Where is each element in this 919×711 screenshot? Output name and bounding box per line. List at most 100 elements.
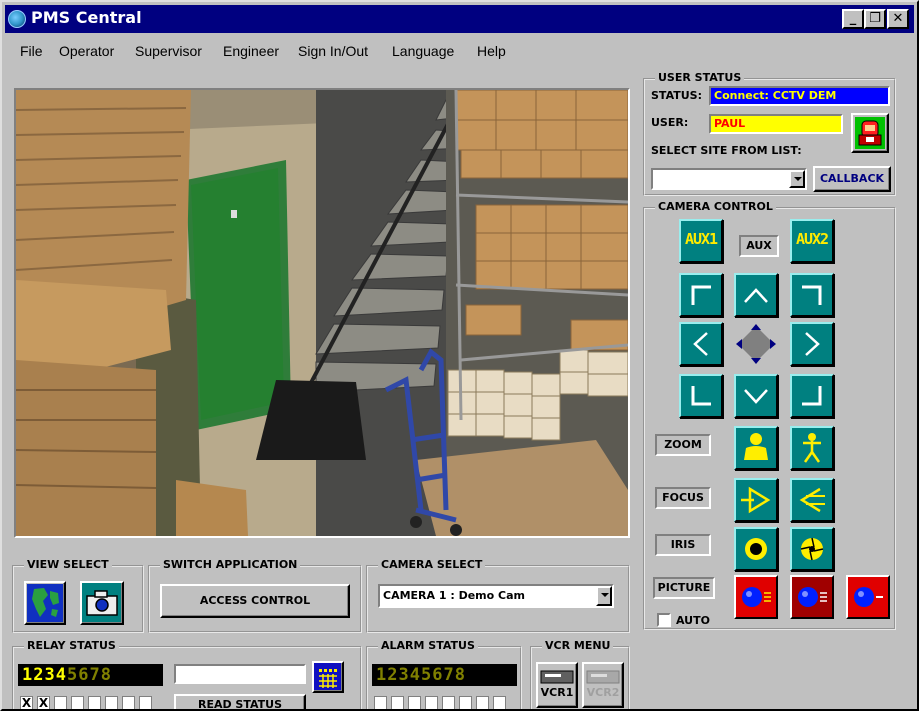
keypad-button[interactable] [312, 661, 344, 693]
sign-in-user-button[interactable] [851, 113, 889, 153]
picture-playback-icon [798, 587, 827, 607]
zoom-in-button[interactable] [790, 426, 834, 470]
focus-far-icon [799, 487, 825, 513]
minimize-button[interactable]: _ [842, 9, 864, 29]
camera-select-dropdown[interactable]: CAMERA 1 : Demo Cam [378, 584, 614, 608]
alarm-status-group: ALARM STATUS 12345678 [366, 639, 522, 709]
iris-open-icon [800, 537, 824, 561]
relay-checkbox-4[interactable] [71, 696, 84, 709]
vcr-menu-heading: VCR MENU [542, 639, 614, 652]
alarm-digit-display: 12345678 [372, 664, 517, 686]
iris-close-icon [745, 538, 767, 560]
iris-label: IRIS [655, 534, 711, 556]
map-view-button[interactable] [24, 581, 66, 625]
relay-checkbox-3[interactable] [54, 696, 67, 709]
camera-video-feed[interactable] [14, 88, 630, 538]
menu-bar: File Operator Supervisor Engineer Sign I… [5, 40, 914, 64]
iris-open-button[interactable] [790, 527, 834, 571]
callback-button[interactable]: CALLBACK [813, 166, 891, 192]
relay-digit-1: 1 [22, 665, 33, 685]
menu-language[interactable]: Language [392, 43, 454, 59]
menu-file[interactable]: File [20, 43, 43, 59]
aux-label: AUX [739, 235, 779, 257]
view-select-group: VIEW SELECT [12, 558, 144, 633]
alarm-checkbox-4[interactable] [425, 696, 438, 709]
view-select-heading: VIEW SELECT [24, 558, 112, 571]
camera-view-button[interactable] [80, 581, 124, 625]
site-list-label: SELECT SITE FROM LIST: [651, 144, 802, 157]
camera-control-heading: CAMERA CONTROL [655, 200, 776, 213]
site-select[interactable] [651, 168, 807, 190]
relay-checkbox-2[interactable]: X [37, 696, 50, 709]
pan-left-button[interactable] [679, 322, 723, 366]
relay-checkbox-6[interactable] [105, 696, 118, 709]
alarm-checkbox-2[interactable] [391, 696, 404, 709]
read-status-button[interactable]: READ STATUS [174, 694, 306, 709]
auto-checkbox[interactable] [657, 613, 671, 627]
chevron-right-icon [805, 332, 820, 356]
tilt-up-button[interactable] [734, 273, 778, 317]
menu-sign-in-out[interactable]: Sign In/Out [298, 43, 368, 59]
relay-digit-display: 12345678 [18, 664, 163, 686]
picture-record-icon [742, 587, 771, 607]
aux1-button[interactable]: AUX1 [679, 219, 723, 263]
camera-control-group: CAMERA CONTROL AUX1 AUX AUX2 ZOOM FOCUS … [643, 200, 896, 630]
menu-supervisor[interactable]: Supervisor [135, 43, 202, 59]
relay-status-heading: RELAY STATUS [24, 639, 119, 652]
picture-button-1[interactable] [734, 575, 778, 619]
alarm-digit-3: 3 [398, 665, 409, 685]
alarm-digit-8: 8 [454, 665, 465, 685]
zoom-out-button[interactable] [734, 426, 778, 470]
chevron-up-icon [744, 288, 768, 303]
pan-up-right-button[interactable] [790, 273, 834, 317]
ptz-center-pad[interactable] [734, 322, 778, 366]
site-dropdown-arrow-icon[interactable] [789, 170, 805, 188]
alarm-checkbox-7[interactable] [476, 696, 489, 709]
restore-button[interactable]: ❐ [864, 9, 886, 29]
vcr2-button[interactable]: VCR2 [582, 662, 624, 708]
alarm-checkbox-1[interactable] [374, 696, 387, 709]
menu-help[interactable]: Help [477, 43, 506, 59]
user-status-group: USER STATUS STATUS: Connect: CCTV DEM US… [643, 71, 896, 196]
relay-digit-8: 8 [100, 665, 111, 685]
switch-application-heading: SWITCH APPLICATION [160, 558, 301, 571]
camera-select-group: CAMERA SELECT CAMERA 1 : Demo Cam [366, 558, 630, 633]
focus-near-button[interactable] [734, 478, 778, 522]
iris-close-button[interactable] [734, 527, 778, 571]
status-label: STATUS: [651, 89, 702, 102]
picture-button-2[interactable] [790, 575, 834, 619]
chevron-down-icon [744, 389, 768, 404]
relay-checkbox-1[interactable]: X [20, 696, 33, 709]
corner-up-left-icon [691, 285, 711, 305]
pan-right-button[interactable] [790, 322, 834, 366]
aux2-button[interactable]: AUX2 [790, 219, 834, 263]
relay-digit-6: 6 [78, 665, 89, 685]
alarm-checkbox-5[interactable] [442, 696, 455, 709]
relay-status-group: RELAY STATUS 12345678 XX READ STATUS [12, 639, 362, 709]
camera-dropdown-arrow-icon[interactable] [596, 586, 612, 606]
alarm-checkbox-6[interactable] [459, 696, 472, 709]
relay-checkbox-5[interactable] [88, 696, 101, 709]
access-control-button[interactable]: ACCESS CONTROL [160, 584, 350, 618]
vcr1-button[interactable]: VCR1 [536, 662, 578, 708]
tilt-down-button[interactable] [734, 374, 778, 418]
pan-up-left-button[interactable] [679, 273, 723, 317]
menu-engineer[interactable]: Engineer [223, 43, 279, 59]
relay-checkbox-7[interactable] [122, 696, 135, 709]
close-button[interactable]: ✕ [887, 9, 909, 29]
alarm-checkbox-8[interactable] [493, 696, 506, 709]
relay-checkbox-8[interactable] [139, 696, 152, 709]
camera-select-heading: CAMERA SELECT [378, 558, 486, 571]
alarm-digit-2: 2 [387, 665, 398, 685]
corner-down-right-icon [802, 386, 822, 406]
vcr-menu-group: VCR MENU VCR1 VCR2 [530, 639, 630, 709]
pan-down-right-button[interactable] [790, 374, 834, 418]
picture-button-3[interactable] [846, 575, 890, 619]
alarm-checkbox-3[interactable] [408, 696, 421, 709]
pan-down-left-button[interactable] [679, 374, 723, 418]
focus-far-button[interactable] [790, 478, 834, 522]
user-label: USER: [651, 116, 689, 129]
picture-label: PICTURE [653, 577, 715, 599]
menu-operator[interactable]: Operator [59, 43, 114, 59]
relay-input[interactable] [174, 664, 306, 684]
